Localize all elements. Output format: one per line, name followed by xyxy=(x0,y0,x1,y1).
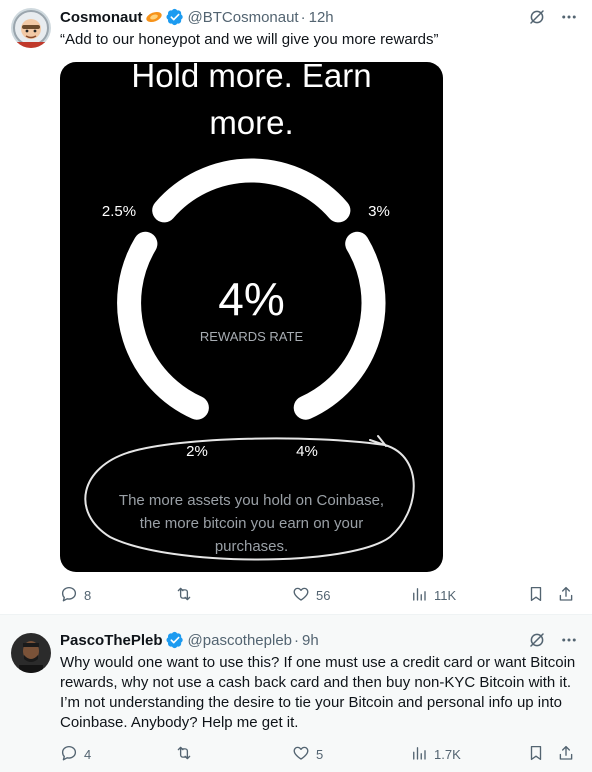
media-headline-line1: Hold more. Earn xyxy=(131,62,371,94)
like-button[interactable]: 56 xyxy=(292,585,330,606)
like-button[interactable]: 5 xyxy=(292,744,323,765)
share-button[interactable] xyxy=(557,744,575,765)
author-name[interactable]: Cosmonaut xyxy=(60,9,143,26)
gauge-arc-left xyxy=(117,231,209,420)
tweet-top-actions xyxy=(528,8,578,31)
grok-icon[interactable] xyxy=(528,631,546,654)
analytics-icon xyxy=(410,585,428,606)
reply-count: 4 xyxy=(84,747,92,762)
more-options-icon[interactable] xyxy=(560,8,578,31)
media-caption-line2: the more bitcoin you earn on your xyxy=(140,515,363,532)
views-button[interactable]: 1.7K xyxy=(410,744,461,765)
reply-button[interactable]: 4 xyxy=(60,744,91,765)
repost-icon xyxy=(174,744,194,765)
gauge-label-top-left: 2.5% xyxy=(102,203,136,220)
tweet-text: “Add to our honeypot and we will give yo… xyxy=(60,31,439,48)
tweet-header: Cosmonaut @BTCosmonaut · 12h xyxy=(60,8,334,26)
share-icon xyxy=(557,585,575,606)
reply-button[interactable]: 8 xyxy=(60,585,91,606)
bookmark-button[interactable] xyxy=(527,585,545,606)
bookmark-icon xyxy=(527,744,545,765)
repost-button[interactable] xyxy=(174,585,200,606)
views-count: 1.7K xyxy=(434,747,461,762)
rocket-icon xyxy=(145,10,163,24)
tweet-media-image[interactable]: Hold more. Earn more. 2.5% 3% 2% 4% 4% R… xyxy=(60,62,443,572)
media-headline-line2: more. xyxy=(209,104,293,141)
verified-badge-icon xyxy=(165,8,184,26)
reply-icon xyxy=(60,744,78,765)
tweet-text: Why would one want to use this? If one m… xyxy=(60,654,576,731)
media-caption-line1: The more assets you hold on Coinbase, xyxy=(119,492,384,509)
rewards-rate-label: REWARDS RATE xyxy=(200,329,304,344)
avatar[interactable] xyxy=(11,8,51,48)
share-icon xyxy=(557,744,575,765)
verified-badge-icon xyxy=(166,631,184,649)
gauge-arc-top xyxy=(152,158,351,223)
repost-button[interactable] xyxy=(174,744,200,765)
tweet-header: PascoThePleb @pascothepleb · 9h xyxy=(60,631,319,649)
bookmark-button[interactable] xyxy=(527,744,545,765)
tweet-time[interactable]: 9h xyxy=(302,632,319,649)
author-name[interactable]: PascoThePleb xyxy=(60,632,163,649)
views-count: 11K xyxy=(434,588,457,603)
repost-icon xyxy=(174,585,194,606)
analytics-icon xyxy=(410,744,428,765)
heart-icon xyxy=(292,744,310,765)
gauge-label-bottom-left: 2% xyxy=(186,443,208,460)
author-handle[interactable]: @pascothepleb xyxy=(188,632,292,649)
author-handle[interactable]: @BTCosmonaut xyxy=(188,9,299,26)
like-count: 5 xyxy=(316,747,324,762)
bookmark-icon xyxy=(527,585,545,606)
tweet-pascothepleb[interactable]: PascoThePleb @pascothepleb · 9h Why woul… xyxy=(0,614,592,772)
media-caption-line3: purchases. xyxy=(215,538,288,555)
reply-icon xyxy=(60,585,78,606)
tweet-cosmonaut[interactable]: Cosmonaut @BTCosmonaut · 12h “Add to our… xyxy=(0,0,592,614)
tweet-action-bar: 4 5 1.7K xyxy=(60,744,580,764)
like-count: 56 xyxy=(316,588,331,603)
tweet-action-bar: 8 56 11K xyxy=(60,585,580,605)
gauge-label-top-right: 3% xyxy=(368,203,390,220)
tweet-time[interactable]: 12h xyxy=(309,9,334,26)
tweet-top-actions xyxy=(528,631,578,654)
views-button[interactable]: 11K xyxy=(410,585,456,606)
heart-icon xyxy=(292,585,310,606)
gauge-arc-right xyxy=(293,231,386,420)
avatar[interactable] xyxy=(11,633,51,673)
share-button[interactable] xyxy=(557,585,575,606)
reply-count: 8 xyxy=(84,588,92,603)
gauge-label-bottom-right: 4% xyxy=(296,443,318,460)
grok-icon[interactable] xyxy=(528,8,546,31)
rewards-rate-value: 4% xyxy=(218,273,284,325)
more-options-icon[interactable] xyxy=(560,631,578,654)
